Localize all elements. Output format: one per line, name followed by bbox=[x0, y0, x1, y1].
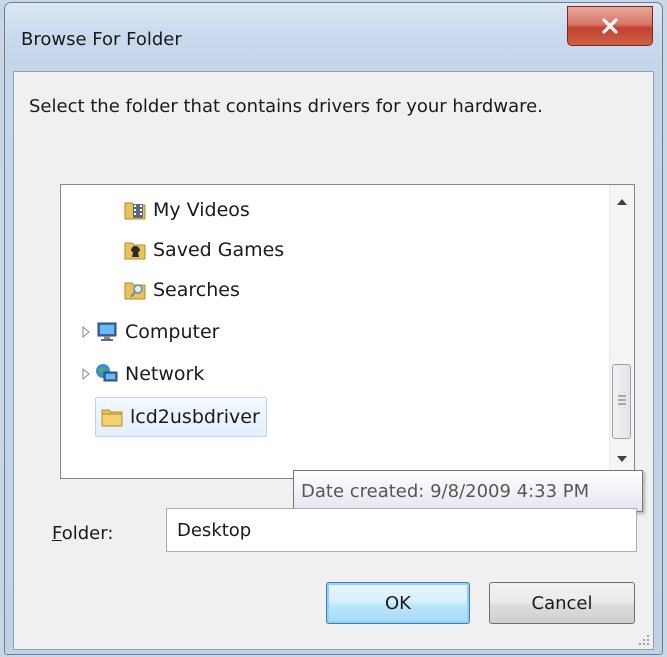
folder-tree[interactable]: My Videos Saved Games Searches Computer … bbox=[60, 184, 635, 479]
scroll-down-arrow-icon[interactable] bbox=[617, 456, 627, 463]
browse-for-folder-dialog: Browse For Folder Select the folder that… bbox=[4, 2, 663, 655]
tree-item-label: My Videos bbox=[153, 199, 250, 221]
expand-arrow-icon[interactable] bbox=[81, 368, 91, 380]
dialog-body: Select the folder that contains drivers … bbox=[13, 71, 654, 650]
title-bar[interactable]: Browse For Folder bbox=[5, 3, 662, 71]
tree-item-my-videos[interactable]: My Videos bbox=[123, 191, 250, 229]
close-button[interactable] bbox=[567, 6, 653, 46]
tree-item-label: Searches bbox=[153, 279, 240, 301]
close-icon bbox=[602, 18, 618, 34]
window-title: Browse For Folder bbox=[21, 29, 182, 50]
tree-item-label: Network bbox=[125, 363, 205, 385]
tree-item-label: lcd2usbdriver bbox=[130, 406, 260, 428]
instruction-text: Select the folder that contains drivers … bbox=[29, 96, 543, 117]
tree-item-lcd2usbdriver[interactable]: lcd2usbdriver bbox=[95, 397, 267, 437]
resize-grip-icon[interactable] bbox=[638, 634, 650, 646]
scrollbar-thumb[interactable] bbox=[612, 364, 631, 439]
tree-item-network[interactable]: Network bbox=[81, 355, 204, 393]
cancel-button[interactable]: Cancel bbox=[489, 582, 635, 624]
vertical-scrollbar[interactable] bbox=[609, 185, 634, 478]
folder-label: Folder: bbox=[52, 523, 114, 544]
tree-item-searches[interactable]: Searches bbox=[123, 271, 240, 309]
scroll-up-arrow-icon[interactable] bbox=[617, 198, 627, 205]
expand-arrow-icon[interactable] bbox=[81, 326, 91, 338]
video-folder-icon bbox=[124, 202, 146, 220]
folder-icon bbox=[101, 409, 123, 427]
grip-icon bbox=[618, 395, 626, 405]
date-created-tooltip: Date created: 9/8/2009 4:33 PM bbox=[293, 470, 643, 512]
tree-item-label: Saved Games bbox=[153, 239, 285, 261]
folder-field[interactable] bbox=[166, 508, 637, 552]
saved-games-folder-icon bbox=[124, 242, 146, 260]
ok-button[interactable]: OK bbox=[326, 582, 470, 624]
computer-icon bbox=[97, 322, 117, 341]
tree-item-saved-games[interactable]: Saved Games bbox=[123, 231, 284, 269]
searches-folder-icon bbox=[124, 282, 146, 300]
tree-item-computer[interactable]: Computer bbox=[81, 313, 219, 351]
network-icon bbox=[96, 364, 118, 382]
tree-item-label: Computer bbox=[125, 321, 220, 343]
